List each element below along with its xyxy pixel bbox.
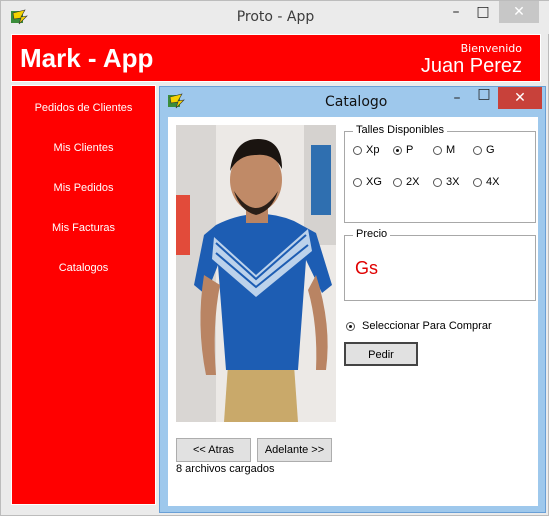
catalog-title-bar[interactable]: Catalogo – □ ✕: [160, 86, 545, 117]
select-to-buy-radio[interactable]: Seleccionar Para Comprar: [346, 320, 492, 332]
app-icon: [168, 93, 185, 109]
catalog-window: Catalogo – □ ✕ Talles Disponibles Xp P M…: [159, 86, 546, 513]
sidebar: Pedidos de Clientes Mis Clientes Mis Ped…: [11, 85, 156, 505]
app-header: Mark - App Bienvenido Juan Perez: [11, 34, 541, 82]
minimize-icon[interactable]: –: [445, 87, 469, 109]
radio-circle: [473, 145, 482, 155]
close-icon[interactable]: ✕: [499, 1, 539, 23]
size-option-2x[interactable]: 2X: [393, 176, 419, 188]
radio-circle: [346, 321, 355, 331]
radio-circle: [433, 145, 442, 155]
radio-circle: [473, 177, 482, 187]
size-label: 2X: [406, 176, 420, 188]
minimize-icon[interactable]: –: [444, 1, 468, 23]
size-option-xg[interactable]: XG: [353, 176, 382, 188]
price-group: Precio Gs: [344, 228, 536, 301]
sidebar-item-mis-facturas[interactable]: Mis Facturas: [12, 222, 155, 234]
price-legend: Precio: [353, 228, 391, 240]
size-label: 3X: [446, 176, 460, 188]
size-option-3x[interactable]: 3X: [433, 176, 459, 188]
size-label: 4X: [486, 176, 500, 188]
price-value: Gs: [355, 258, 379, 278]
radio-circle: [393, 177, 402, 187]
size-option-p[interactable]: P: [393, 144, 413, 156]
app-name: Mark - App: [20, 43, 154, 73]
maximize-icon[interactable]: □: [471, 1, 495, 23]
main-window: Proto - App – □ ✕ Mark - App Bienvenido …: [0, 0, 549, 516]
size-option-m[interactable]: M: [433, 144, 455, 156]
radio-circle: [393, 145, 402, 155]
size-label: M: [446, 144, 456, 156]
radio-circle: [353, 177, 362, 187]
maximize-icon[interactable]: □: [472, 83, 496, 105]
sidebar-item-mis-pedidos[interactable]: Mis Pedidos: [12, 182, 155, 194]
sidebar-item-pedidos-clientes[interactable]: Pedidos de Clientes: [12, 102, 155, 114]
select-to-buy-label: Seleccionar Para Comprar: [362, 320, 492, 332]
welcome-label: Bienvenido: [460, 42, 522, 55]
sidebar-item-catalogos[interactable]: Catalogos: [12, 262, 155, 274]
user-name: Juan Perez: [420, 55, 522, 77]
size-option-g[interactable]: G: [473, 144, 495, 156]
catalog-window-title: Catalogo: [325, 94, 388, 110]
catalog-body: Talles Disponibles Xp P M G XG 2X 3X 4X …: [168, 117, 538, 506]
sizes-legend: Talles Disponibles: [353, 124, 448, 136]
sizes-group: Talles Disponibles Xp P M G XG 2X 3X 4X: [344, 124, 536, 223]
order-button[interactable]: Pedir: [344, 342, 418, 366]
next-button[interactable]: Adelante >>: [257, 438, 332, 462]
close-icon[interactable]: ✕: [498, 87, 542, 109]
status-text: 8 archivos cargados: [176, 463, 275, 475]
sidebar-item-mis-clientes[interactable]: Mis Clientes: [12, 142, 155, 154]
size-label: XG: [366, 176, 382, 188]
radio-circle: [353, 145, 362, 155]
product-photo: [176, 125, 336, 422]
outer-title-bar[interactable]: Proto - App – □ ✕: [1, 1, 549, 34]
radio-circle: [433, 177, 442, 187]
size-option-xp[interactable]: Xp: [353, 144, 379, 156]
size-label: Xp: [366, 144, 380, 156]
prev-button[interactable]: << Atras: [176, 438, 251, 462]
size-label: P: [406, 144, 414, 156]
size-option-4x[interactable]: 4X: [473, 176, 499, 188]
size-label: G: [486, 144, 495, 156]
